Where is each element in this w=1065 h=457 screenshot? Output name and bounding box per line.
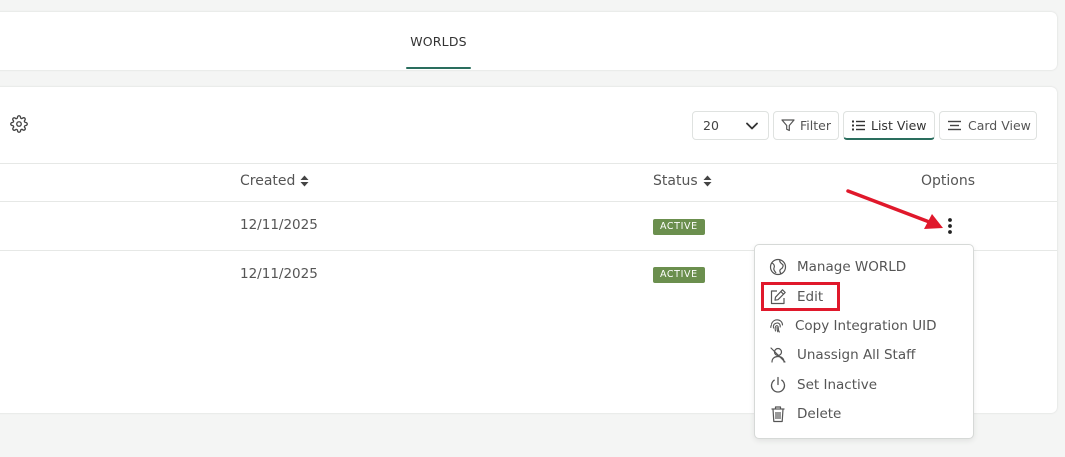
menu-item-label: Set Inactive	[797, 377, 878, 393]
menu-item-delete[interactable]: Delete	[769, 403, 841, 425]
sort-icon	[703, 175, 712, 187]
menu-item-label: Unassign All Staff	[797, 347, 916, 363]
menu-item-manage-world[interactable]: Manage WORLD	[769, 256, 906, 278]
list-icon	[852, 120, 865, 130]
column-header-created[interactable]: Created	[240, 173, 309, 189]
tab-worlds[interactable]: WORLDS	[406, 24, 471, 69]
gear-icon[interactable]	[10, 115, 28, 133]
trash-icon	[771, 406, 785, 423]
chevron-down-icon	[746, 122, 758, 129]
status-badge: ACTIVE	[653, 267, 705, 283]
menu-item-copy-integration-uid[interactable]: Copy Integration UID	[769, 315, 936, 337]
status-badge: ACTIVE	[653, 219, 705, 235]
options-menu: Manage WORLD Edit Copy Integration UID U…	[754, 244, 974, 439]
menu-item-unassign-all-staff[interactable]: Unassign All Staff	[769, 344, 915, 366]
list-view-label: List View	[871, 117, 927, 133]
table-header-divider	[0, 163, 1057, 164]
tab-active-indicator	[406, 67, 471, 69]
column-header-created-label: Created	[240, 173, 296, 189]
column-header-status[interactable]: Status	[653, 173, 712, 189]
menu-item-label: Manage WORLD	[797, 259, 907, 275]
annotation-highlight-box	[761, 282, 840, 311]
filter-label: Filter	[800, 118, 831, 133]
card-view-button[interactable]: Card View	[939, 111, 1037, 140]
sort-icon	[300, 175, 309, 187]
user-remove-icon	[770, 347, 786, 363]
filter-button[interactable]: Filter	[773, 111, 839, 140]
page-size-select[interactable]: 20	[692, 111, 769, 140]
power-icon	[770, 376, 786, 393]
globe-icon	[769, 258, 787, 276]
menu-item-label: Copy Integration UID	[795, 318, 937, 334]
card-view-icon	[948, 120, 961, 131]
row-created-date: 12/11/2025	[240, 217, 318, 233]
menu-item-label: Delete	[797, 406, 842, 422]
page-size-value: 20	[703, 118, 719, 133]
list-view-button[interactable]: List View	[843, 111, 935, 140]
annotation-arrow	[846, 189, 943, 229]
card-view-label: Card View	[968, 118, 1031, 133]
column-header-status-label: Status	[653, 173, 698, 189]
tabs-bar	[0, 12, 1057, 70]
menu-item-set-inactive[interactable]: Set Inactive	[769, 374, 877, 396]
row-created-date: 12/11/2025	[240, 266, 318, 282]
filter-icon	[781, 119, 795, 132]
tab-worlds-label: WORLDS	[410, 34, 467, 49]
fingerprint-icon	[770, 319, 784, 333]
